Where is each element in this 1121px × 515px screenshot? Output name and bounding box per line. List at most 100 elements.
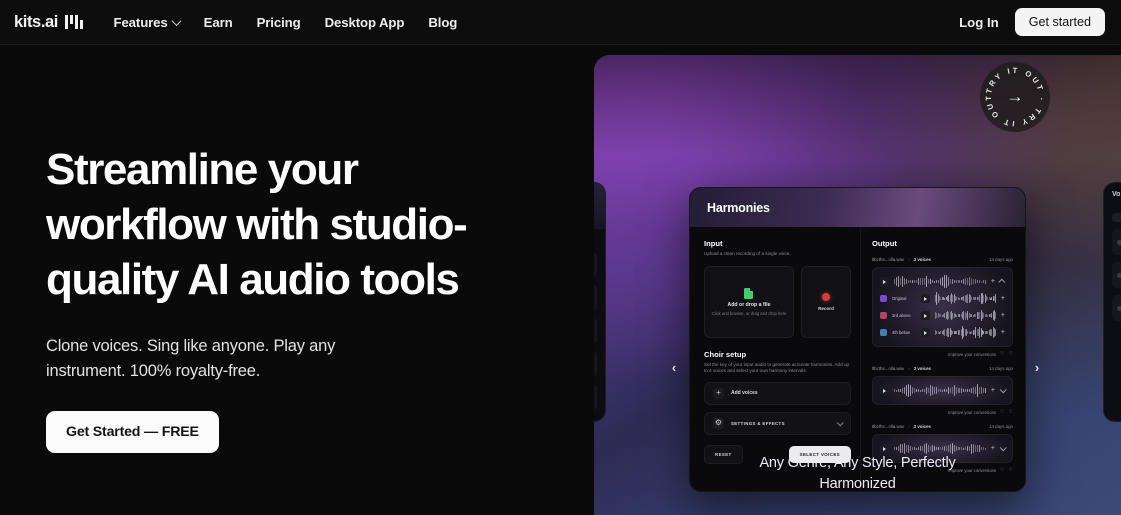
chevron-down-icon: [171, 15, 182, 26]
waveform: [934, 292, 996, 305]
carousel-card-previous-row: [594, 252, 597, 278]
waveform: [893, 275, 986, 288]
brand-logo[interactable]: kits.ai: [14, 12, 84, 32]
plus-icon: +: [713, 387, 724, 399]
output-waveform-group[interactable]: +: [871, 376, 1013, 405]
add-voices-button[interactable]: + Add voices: [704, 381, 851, 405]
add-icon[interactable]: +: [1001, 329, 1005, 336]
chevron-up-icon[interactable]: [998, 278, 1006, 286]
improve-row: Improve your conversions ♡ ♡: [872, 409, 1013, 415]
carousel-card-previous-row: [594, 285, 597, 311]
nav-item-earn[interactable]: Earn: [204, 15, 233, 30]
output-file-name: tlbcths...olla.wav: [871, 257, 905, 262]
nav-item-blog[interactable]: Blog: [428, 15, 457, 30]
file-upload-icon: [744, 287, 754, 299]
play-icon[interactable]: [920, 294, 930, 303]
output-timestamp: 14 days ago: [989, 366, 1013, 371]
app-mockup-harmonies[interactable]: Harmonies Input Upload a clean recording…: [689, 187, 1026, 492]
improve-label: Improve your conversions: [948, 351, 997, 357]
thumbs-up-icon[interactable]: ♡: [1000, 409, 1004, 415]
play-icon[interactable]: [920, 328, 930, 337]
carousel-card-next-row: [1112, 229, 1121, 255]
top-navigation-bar: kits.ai Features Earn Pricing Desktop Ap…: [0, 0, 1121, 45]
output-waveform-group[interactable]: + Original + 3rd above + 4th below +: [871, 267, 1013, 347]
kits-logo-mark-icon: [64, 15, 84, 29]
voice-color-icon: [879, 312, 887, 319]
add-icon[interactable]: +: [991, 387, 995, 394]
output-item-meta: tlbcths...olla.wav › 3 voices 14 days ag…: [872, 424, 1013, 429]
carousel-caption: Any Genre, Any Style, Perfectly Harmoniz…: [594, 453, 1121, 495]
chevron-down-icon[interactable]: [999, 386, 1007, 394]
try-it-out-badge[interactable]: TRY IT OUT · TRY IT OUT · →: [980, 62, 1050, 132]
carousel-card-previous-header: [594, 183, 605, 229]
login-link[interactable]: Log In: [959, 15, 999, 30]
output-voice-row[interactable]: 4th below +: [879, 325, 1005, 340]
get-started-button[interactable]: Get started: [1014, 8, 1105, 36]
carousel-caption-line1: Any Genre, Any Style, Perfectly: [759, 455, 956, 471]
gear-icon: ⚙: [713, 417, 724, 429]
hero-cta-button[interactable]: Get Started — FREE: [46, 411, 219, 453]
voice-label: Original: [891, 296, 907, 301]
output-master-row[interactable]: +: [879, 274, 1006, 289]
output-voice-count: 3 voices: [913, 257, 932, 262]
voice-label: 3rd above: [891, 313, 911, 318]
output-voice-row[interactable]: 3rd above +: [879, 308, 1005, 323]
nav-item-features[interactable]: Features: [113, 15, 182, 30]
thumbs-up-icon[interactable]: ♡: [1000, 351, 1004, 357]
add-icon[interactable]: +: [991, 445, 995, 452]
output-voice-row[interactable]: Original +: [879, 291, 1005, 306]
carousel-card-next-sub: [1104, 198, 1121, 206]
record-button[interactable]: Record: [800, 265, 851, 338]
carousel-card-next-row: [1112, 295, 1121, 321]
output-file-name: tlbcths...olla.wav: [871, 424, 905, 429]
choir-section-desc: Set the key of your input audio to gener…: [704, 361, 850, 374]
choir-section-title: Choir setup: [704, 349, 747, 359]
chevron-down-icon[interactable]: [999, 444, 1007, 452]
app-mockup-header: Harmonies: [690, 188, 1025, 227]
carousel-card-previous-row: [594, 384, 597, 410]
voice-label: 4th below: [891, 330, 910, 335]
nav-item-desktop-app[interactable]: Desktop App: [325, 15, 405, 30]
carousel-card-previous[interactable]: [594, 182, 606, 422]
nav-actions: Log In Get started: [959, 8, 1105, 36]
input-controls: Add or drop a file Click and browse, or …: [704, 265, 851, 338]
carousel-card-next-title: Vo: [1112, 191, 1121, 198]
add-icon[interactable]: +: [1001, 295, 1005, 302]
improve-row: Improve your conversions ♡ ♡: [872, 351, 1013, 357]
file-dropzone[interactable]: Add or drop a file Click and browse, or …: [704, 265, 794, 338]
carousel-card-next-chip: [1112, 213, 1121, 222]
carousel-next-button[interactable]: ›: [1025, 355, 1049, 379]
page-title: Streamline your workflow with studio-qua…: [46, 145, 468, 304]
play-icon[interactable]: [879, 444, 889, 453]
meta-separator-icon: ›: [908, 366, 910, 371]
output-master-row[interactable]: +: [879, 383, 1007, 398]
brand-wordmark: kits.ai: [14, 12, 58, 31]
add-voices-label: Add voices: [731, 390, 758, 396]
add-icon[interactable]: +: [991, 278, 995, 285]
play-icon[interactable]: [920, 311, 930, 320]
nav-item-pricing[interactable]: Pricing: [257, 15, 301, 30]
output-timestamp: 14 days ago: [989, 424, 1013, 429]
hero-section: Streamline your workflow with studio-qua…: [0, 45, 1121, 515]
nav-links: Features Earn Pricing Desktop App Blog: [113, 15, 457, 30]
play-icon[interactable]: [879, 277, 889, 286]
add-icon[interactable]: +: [1001, 312, 1005, 319]
improve-label: Improve your conversions: [948, 409, 997, 415]
carousel-caption-line2: Harmonized: [819, 476, 896, 492]
carousel-card-next[interactable]: Vo: [1103, 182, 1121, 422]
dropzone-subtitle: Click and browse, or drag and drop here: [711, 310, 787, 316]
waveform: [893, 384, 986, 397]
carousel-prev-button[interactable]: ‹: [662, 355, 686, 379]
hero-subtext: Clone voices. Sing like anyone. Play any…: [46, 337, 336, 380]
settings-effects-label: SETTINGS & EFFECTS: [731, 420, 785, 426]
hero-copy: Streamline your workflow with studio-qua…: [0, 45, 594, 515]
thumbs-down-icon[interactable]: ♡: [1009, 351, 1013, 357]
settings-effects-accordion[interactable]: ⚙ SETTINGS & EFFECTS: [704, 411, 851, 435]
meta-separator-icon: ›: [908, 424, 910, 429]
play-icon[interactable]: [879, 386, 889, 395]
arrow-right-icon: →: [1006, 86, 1024, 106]
thumbs-down-icon[interactable]: ♡: [1009, 409, 1013, 415]
choir-setup-section: Choir setup Set the key of your input au…: [704, 350, 851, 464]
output-voice-count: 3 voices: [913, 424, 932, 429]
input-section-title: Input: [704, 239, 723, 248]
